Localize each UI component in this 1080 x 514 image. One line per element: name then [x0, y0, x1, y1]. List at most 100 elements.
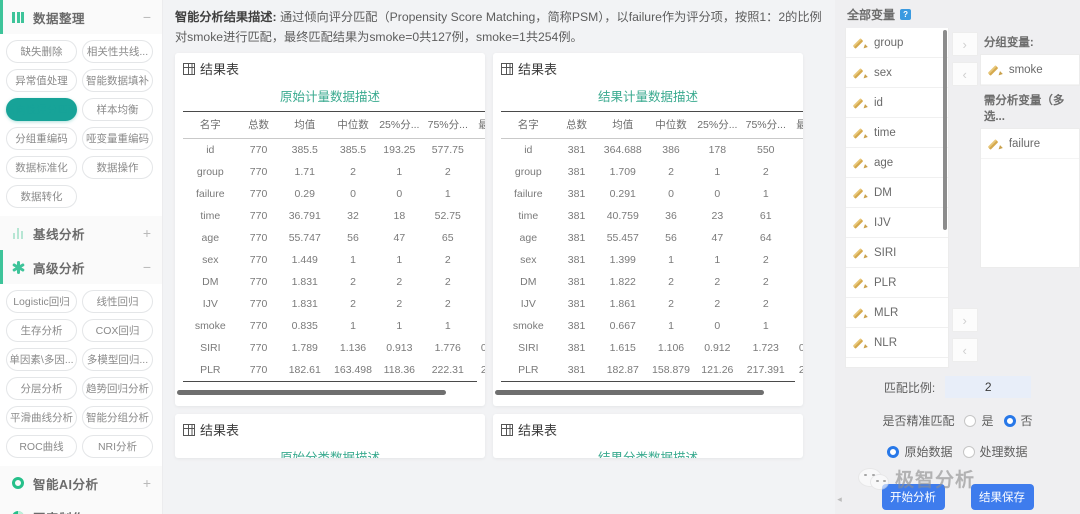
list-item[interactable]: time — [846, 118, 949, 148]
exact-match-yes-label: 是 — [981, 414, 994, 428]
list-item[interactable]: SIRI — [846, 238, 949, 268]
column-header: 总数 — [555, 111, 598, 139]
cell: 550 — [757, 144, 775, 156]
save-result-button[interactable]: 结果保存 — [970, 484, 1034, 510]
column-header: 25%分... — [694, 111, 741, 139]
radio-raw-data[interactable] — [887, 445, 900, 458]
scrollbar-thumb[interactable] — [177, 390, 447, 395]
cell: 0 — [473, 183, 485, 205]
column-header: 名字 — [501, 111, 556, 139]
pencil-icon — [855, 67, 867, 79]
sidebar-item-linear[interactable]: 线性回归 — [82, 290, 153, 313]
sidebar-item-psm[interactable]: 倾向性评分匹配 — [6, 98, 77, 121]
sidebar-section-advanced: 高级分析 − Logistic回归 线性回归 生存分析 COX回归 单因素\多因… — [0, 250, 162, 466]
list-item[interactable]: IJV — [846, 208, 949, 238]
sidebar-section-toggle-icon[interactable]: + — [137, 510, 151, 514]
move-right-analyze-button[interactable]: › — [951, 308, 978, 332]
sidebar-section-title: 图表制作 — [33, 508, 137, 514]
all-variables-list[interactable]: group sex id time age DM IJV SIRI PLR ML… — [845, 28, 950, 368]
variable-name: id — [874, 96, 883, 109]
sidebar-item-group-recode[interactable]: 分组重编码 — [6, 127, 77, 150]
result-card: 结果表 结果计量数据描述 名字 总数 均值 中位数 25%分... 75%分..… — [493, 53, 803, 406]
data-source-processed-option[interactable]: 处理数据 — [962, 443, 1028, 460]
table-scroll-area[interactable]: 名字 总数 均值 中位数 25%分... 75%分... 最小值 id 770 38… — [175, 111, 485, 381]
sidebar-section-toggle-icon[interactable]: − — [137, 10, 151, 24]
scrollbar-thumb[interactable] — [495, 390, 765, 395]
list-item[interactable]: smoke — [980, 55, 1079, 85]
result-card: 结果表 原始分类数据描述 — [175, 414, 485, 458]
list-item[interactable]: MLR — [846, 298, 949, 328]
variables-scrollbar[interactable] — [943, 30, 948, 230]
list-item[interactable]: id — [846, 88, 949, 118]
table-horizontal-scrollbar[interactable] — [493, 390, 803, 406]
cell: 770 — [249, 298, 268, 310]
sidebar-item-data-transform[interactable]: 数据转化 — [6, 185, 77, 208]
column-header: 中位数 — [647, 111, 695, 139]
sidebar-item-data-ops[interactable]: 数据操作 — [82, 156, 153, 179]
sidebar-item-cox[interactable]: COX回归 — [82, 319, 153, 342]
sidebar-item-smooth-curve[interactable]: 平滑曲线分析 — [6, 406, 77, 429]
sidebar-item-logistic[interactable]: Logistic回归 — [6, 290, 77, 313]
sidebar-section-header-ai[interactable]: 智能AI分析 + — [0, 466, 162, 500]
cell: 1 — [350, 320, 356, 332]
list-item[interactable]: group — [846, 28, 949, 58]
sidebar-item-standardize[interactable]: 数据标准化 — [6, 156, 77, 179]
table-scroll-area[interactable]: 名字 总数 均值 中位数 25%分... 75%分... 最小值 id38136… — [493, 111, 803, 381]
sidebar-item-survival[interactable]: 生存分析 — [6, 319, 77, 342]
sidebar-item-nri[interactable]: NRI分析 — [82, 435, 153, 458]
move-left-group-button[interactable]: ‹ — [951, 62, 978, 86]
table-horizontal-scrollbar[interactable] — [175, 390, 485, 406]
column-header: 中位数 — [329, 111, 377, 139]
panel-collapse-handle[interactable]: ◂ — [835, 492, 844, 506]
move-right-group-button[interactable]: › — [951, 32, 978, 56]
sidebar-item-stratified[interactable]: 分层分析 — [6, 377, 77, 400]
sidebar-item-correlation[interactable]: 相关性共线... — [82, 40, 153, 63]
variable-name: PLR — [874, 276, 897, 289]
list-item[interactable]: age — [846, 148, 949, 178]
match-ratio-input[interactable] — [945, 376, 1032, 398]
sidebar-section-toggle-icon[interactable]: + — [137, 476, 151, 490]
radio-yes[interactable] — [964, 414, 977, 427]
list-item[interactable]: sex — [846, 58, 949, 88]
sidebar-item-missing-delete[interactable]: 缺失删除 — [6, 40, 77, 63]
sidebar-item-sample-balance[interactable]: 样本均衡 — [82, 98, 153, 121]
start-analysis-button[interactable]: 开始分析 — [881, 484, 945, 510]
data-source-raw-option[interactable]: 原始数据 — [887, 443, 953, 460]
sidebar-section-toggle-icon[interactable]: − — [137, 260, 151, 274]
analyze-variable-box[interactable]: failure — [979, 128, 1080, 268]
cell: age — [519, 232, 538, 244]
sidebar-item-roc[interactable]: ROC曲线 — [6, 435, 77, 458]
exact-match-no-option[interactable]: 否 — [1003, 412, 1033, 429]
match-ratio-label: 匹配比例: — [883, 380, 936, 395]
exact-match-no-label: 否 — [1020, 414, 1033, 428]
radio-processed-data[interactable] — [962, 445, 975, 458]
cell: 2.014 — [480, 364, 485, 376]
cell: 118.36 — [383, 364, 416, 376]
sidebar-section-toggle-icon[interactable]: + — [137, 226, 151, 240]
sidebar-item-multi-model[interactable]: 多模型回归... — [82, 348, 153, 371]
cell: SIRI — [518, 342, 539, 354]
table-row: SIRI 770 1.789 1.136 0.913 1.776 0.099 — [183, 337, 485, 359]
list-item[interactable]: failure — [980, 129, 1079, 159]
sidebar-item-outlier[interactable]: 异常值处理 — [6, 69, 77, 92]
sidebar-item-trend[interactable]: 趋势回归分析 — [82, 377, 153, 400]
table-icon — [501, 62, 513, 75]
list-item[interactable]: PLR — [846, 268, 949, 298]
list-item[interactable]: DM — [846, 178, 949, 208]
sidebar-section-header-data-prep[interactable]: 数据整理 − — [0, 0, 162, 34]
list-item[interactable]: NLR — [846, 328, 949, 358]
exact-match-yes-option[interactable]: 是 — [964, 412, 994, 429]
cell: smoke — [512, 320, 544, 332]
sidebar-section-header-baseline[interactable]: 基线分析 + — [0, 216, 162, 250]
group-variable-box[interactable]: smoke — [979, 54, 1080, 86]
radio-no[interactable] — [1003, 414, 1016, 427]
cell: 1.776 — [434, 342, 461, 354]
sidebar-item-dummy-recode[interactable]: 哑变量重编码 — [82, 127, 153, 150]
help-icon[interactable]: ? — [900, 9, 912, 20]
sidebar-section-header-charts[interactable]: 图表制作 + — [0, 500, 162, 514]
move-left-analyze-button[interactable]: ‹ — [951, 338, 978, 362]
sidebar-item-uni-multi[interactable]: 单因素\多因... — [6, 348, 77, 371]
sidebar-item-smart-group[interactable]: 智能分组分析 — [82, 406, 153, 429]
sidebar-item-smart-impute[interactable]: 智能数据填补 — [82, 69, 153, 92]
sidebar-section-header-advanced[interactable]: 高级分析 − — [0, 250, 162, 284]
